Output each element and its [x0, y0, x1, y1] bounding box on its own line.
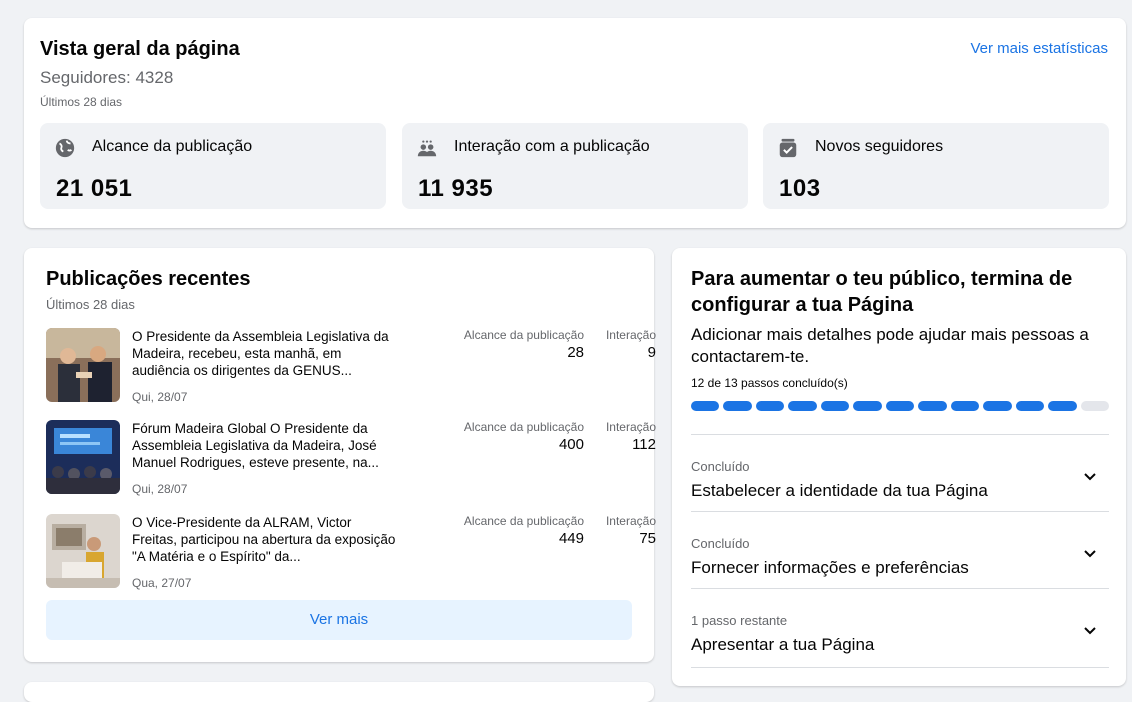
post-interaction-value: 9: [647, 344, 656, 361]
post-interaction-value: 112: [632, 436, 656, 453]
post-interaction-cell: Interação 75: [596, 514, 656, 547]
reach-header: Alcance da publicação: [463, 328, 584, 342]
follower-check-icon: [779, 138, 797, 158]
step-title: Estabelecer a identidade da tua Página: [691, 481, 988, 500]
overview-period: Últimos 28 dias: [40, 95, 123, 109]
metric-value: 103: [779, 175, 821, 202]
overview-title: Vista geral da página: [40, 38, 240, 60]
page-overview-card: Vista geral da página Seguidores: 4328 Ú…: [24, 18, 1126, 228]
post-reach-cell: Alcance da publicação 400: [426, 420, 584, 453]
post-text: O Vice-Presidente da ALRAM, Victor Freit…: [132, 515, 396, 564]
progress-segment-done: [918, 401, 947, 411]
people-icon: [417, 140, 437, 157]
reach-header: Alcance da publicação: [463, 420, 584, 434]
metric-label: Novos seguidores: [815, 138, 944, 155]
metric-new-followers[interactable]: Novos seguidores 103: [763, 123, 1109, 209]
reach-header: Alcance da publicação: [463, 514, 584, 528]
metric-label: Interação com a publicação: [454, 138, 650, 155]
setup-description: Adicionar mais detalhes pode ajudar mais…: [691, 325, 1089, 366]
post-text: Fórum Madeira Global O Presidente da Ass…: [132, 421, 379, 470]
post-thumbnail: [46, 514, 120, 588]
chevron-down-icon: [1084, 627, 1096, 635]
followers-count: Seguidores: 4328: [40, 68, 174, 87]
post-date: Qui, 28/07: [132, 390, 188, 404]
recent-posts-card: Publicações recentes Últimos 28 dias O P…: [24, 248, 656, 662]
step-status: 1 passo restante: [691, 613, 788, 628]
recent-posts-title: Publicações recentes: [46, 268, 251, 290]
progress-segment-done: [853, 401, 882, 411]
progress-segment-remaining: [1080, 401, 1110, 411]
progress-segment-done: [950, 401, 980, 411]
metric-value: 21 051: [56, 175, 133, 202]
progress-segment-done: [820, 401, 850, 411]
step-status: Concluído: [691, 459, 750, 474]
progress-segment-done: [723, 401, 752, 411]
interaction-header: Interação: [605, 514, 656, 528]
chevron-down-icon: [1084, 473, 1096, 481]
setup-step-preferences[interactable]: Concluído Fornecer informações e preferê…: [691, 511, 1109, 590]
setup-progress-bar: [691, 401, 1110, 411]
progress-segment-done: [1048, 401, 1077, 411]
progress-segment-done: [788, 401, 817, 411]
post-thumbnail: [46, 328, 120, 402]
post-reach-value: 28: [567, 344, 584, 361]
post-thumbnail: [46, 420, 120, 494]
post-reach-value: 400: [558, 436, 584, 453]
step-status: Concluído: [691, 536, 750, 551]
post-interaction-value: 75: [639, 530, 656, 547]
chevron-down-icon: [1084, 550, 1096, 558]
progress-segment-done: [755, 401, 785, 411]
setup-title: Para aumentar o teu público, termina de …: [691, 268, 1073, 316]
post-row[interactable]: O Vice-Presidente da ALRAM, Victor Freit…: [46, 514, 656, 594]
see-more-button[interactable]: Ver mais: [46, 600, 632, 640]
post-text: O Presidente da Assembleia Legislativa d…: [132, 329, 389, 378]
page-setup-card: Para aumentar o teu público, termina de …: [672, 248, 1126, 686]
post-interaction-cell: Interação 9: [596, 328, 656, 361]
post-date: Qui, 28/07: [132, 482, 188, 496]
post-reach-cell: Alcance da publicação 449: [426, 514, 584, 547]
interaction-header: Interação: [605, 328, 656, 342]
post-row[interactable]: O Presidente da Assembleia Legislativa d…: [46, 328, 656, 408]
next-card-peek: [24, 682, 654, 702]
see-more-insights-link[interactable]: Ver mais estatísticas: [970, 40, 1108, 57]
metric-value: 11 935: [418, 175, 494, 202]
setup-progress-label: 12 de 13 passos concluído(s): [691, 376, 848, 390]
metric-label: Alcance da publicação: [92, 138, 253, 155]
metric-post-reach[interactable]: Alcance da publicação 21 051: [40, 123, 386, 209]
post-date: Qua, 27/07: [132, 576, 192, 590]
progress-segment-done: [885, 401, 915, 411]
post-row[interactable]: Fórum Madeira Global O Presidente da Ass…: [46, 420, 656, 500]
step-title: Fornecer informações e preferências: [691, 558, 969, 577]
interaction-header: Interação: [605, 420, 656, 434]
post-reach-value: 449: [558, 530, 584, 547]
setup-step-present-page[interactable]: 1 passo restante Apresentar a tua Página: [691, 588, 1109, 668]
post-reach-cell: Alcance da publicação 28: [426, 328, 584, 361]
setup-step-identity[interactable]: Concluído Estabelecer a identidade da tu…: [691, 434, 1109, 513]
step-title: Apresentar a tua Página: [691, 635, 875, 654]
progress-segment-done: [1015, 401, 1045, 411]
progress-segment-done: [983, 401, 1012, 411]
metric-post-engagement[interactable]: Interação com a publicação 11 935: [402, 123, 748, 209]
post-interaction-cell: Interação 112: [596, 420, 656, 453]
globe-icon: [55, 138, 75, 158]
recent-posts-period: Últimos 28 dias: [46, 297, 135, 312]
progress-segment-done: [691, 401, 720, 411]
